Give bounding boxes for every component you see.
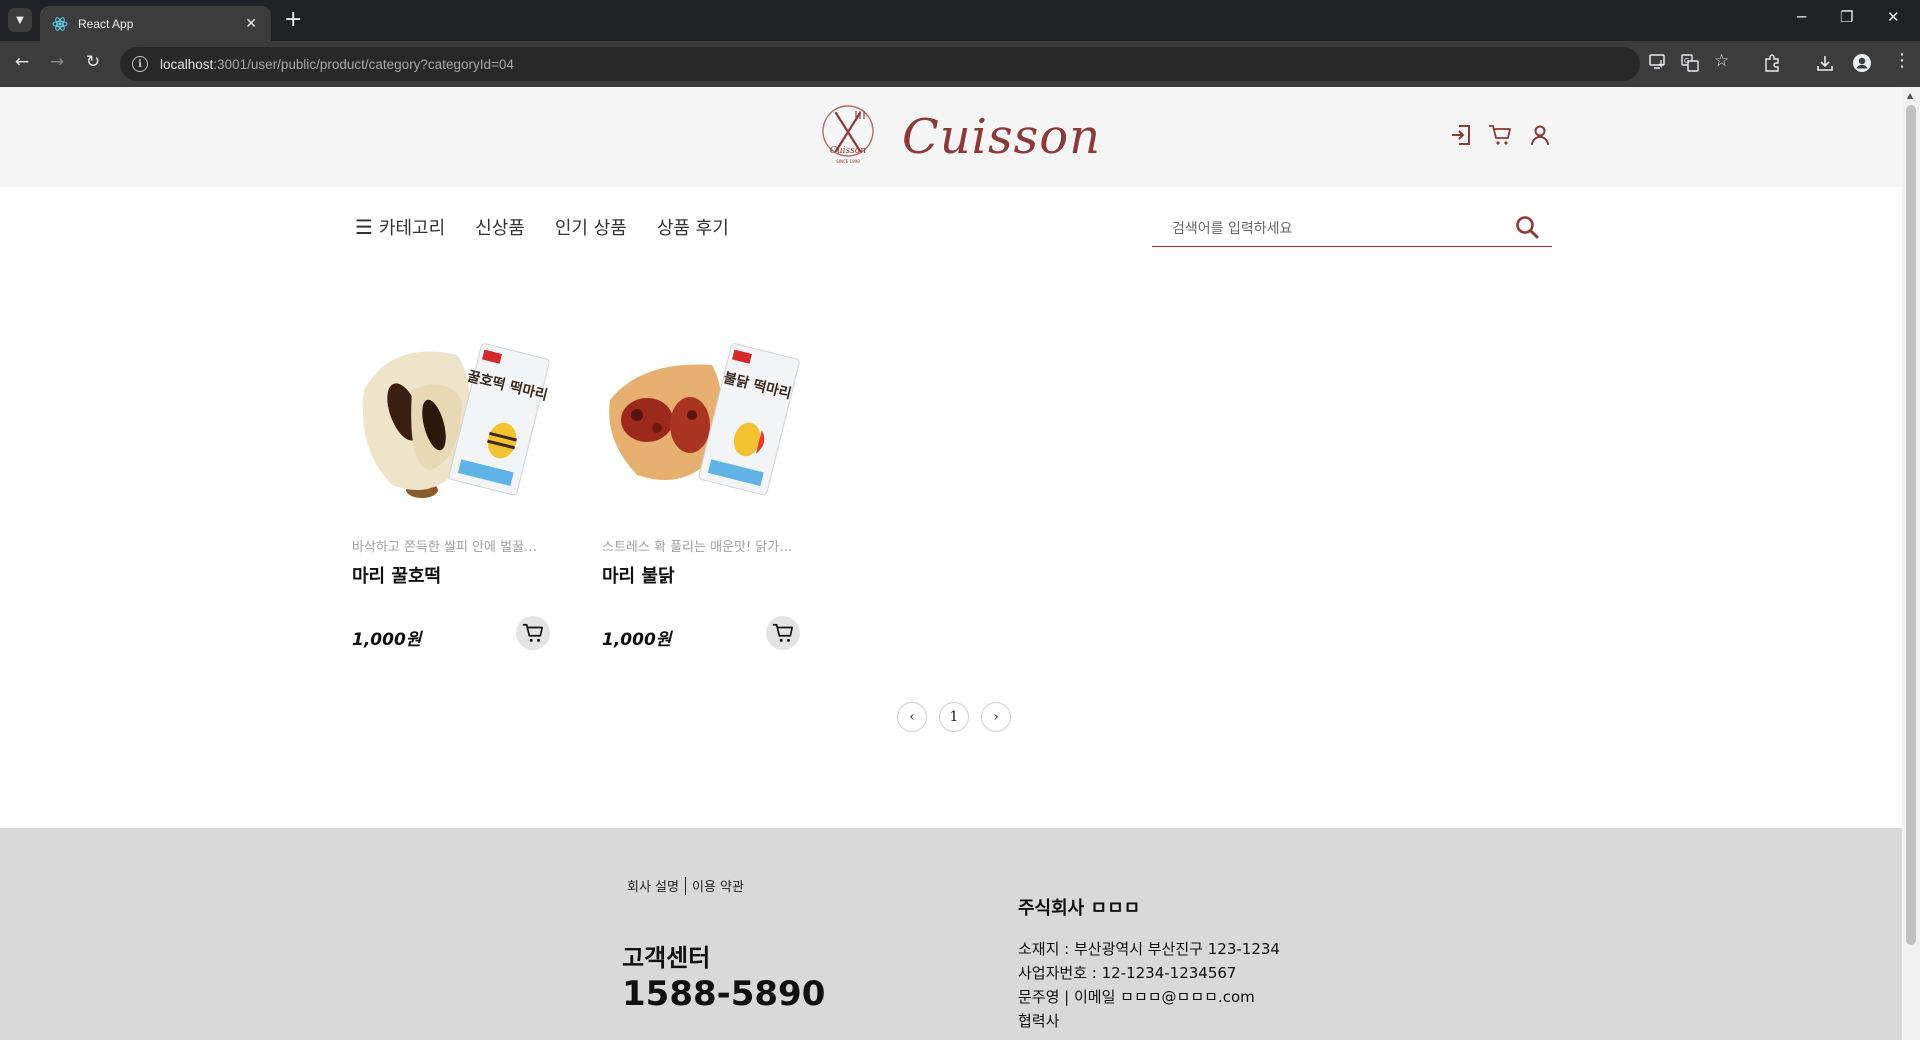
user-icon[interactable] [1528, 123, 1552, 147]
company-name: 주식회사 ㅁㅁㅁ [1018, 898, 1141, 919]
logo-emblem-text: Cuisson [830, 146, 866, 156]
address-bar[interactable]: i localhost:3001/user/public/product/cat… [120, 47, 1640, 81]
product-description: 바삭하고 쫀득한 쌀피 안에 벌꿀… [352, 540, 538, 555]
site-info-icon[interactable]: i [132, 56, 148, 72]
product-name[interactable]: 마리 불닭 [602, 562, 675, 588]
next-page-button[interactable]: › [981, 702, 1011, 732]
product-card[interactable]: 꿀호떡 떡마리 바삭하고 쫀득한 쌀피 안에 벌꿀… 마리 꿀호떡 1,000원 [352, 320, 556, 660]
product-card[interactable]: 불닭 떡마리 스트레스 확 풀리는 매운맛! 닭가… 마리 불닭 1,000원 [602, 320, 806, 660]
browser-toolbar: ← → ↻ i localhost:3001/user/public/produ… [0, 41, 1920, 87]
logo-text[interactable]: Cuisson [902, 109, 1101, 165]
translate-icon[interactable]: G [1681, 54, 1699, 72]
hamburger-icon[interactable]: ☰ [355, 215, 373, 239]
reload-icon[interactable]: ↻ [81, 52, 105, 72]
login-icon[interactable] [1449, 123, 1473, 147]
new-tab-button[interactable]: + [284, 7, 302, 33]
downloads-icon[interactable] [1816, 54, 1834, 72]
profile-icon[interactable] [1852, 53, 1872, 73]
react-logo-icon [52, 16, 68, 31]
install-app-icon[interactable] [1649, 54, 1667, 70]
browser-tab[interactable]: React App ✕ [40, 6, 271, 41]
forward-icon[interactable]: → [45, 52, 69, 72]
company-business-number: 사업자번호 : 12-1234-1234567 [1018, 964, 1237, 982]
logo-emblem-subtext: SINCE 1998 [836, 159, 860, 164]
search-box [1152, 210, 1552, 247]
customer-center-title: 고객센터 [622, 944, 711, 972]
scrollbar-thumb[interactable] [1906, 105, 1916, 945]
nav-item-category[interactable]: ☰ 카테고리 [355, 214, 445, 240]
nav-item-label: 카테고리 [378, 218, 446, 239]
page-button[interactable]: 1 [939, 702, 969, 732]
browser-tabbar: ▼ React App ✕ + ─ ❐ ✕ [0, 0, 1920, 41]
bookmark-star-icon[interactable]: ☆ [1714, 51, 1729, 71]
main-nav: ☰ 카테고리 신상품 인기 상품 상품 후기 [355, 214, 759, 240]
prev-page-button[interactable]: ‹ [897, 702, 927, 732]
close-window-icon[interactable]: ✕ [1887, 8, 1900, 26]
site-header: Cuisson SINCE 1998 Cuisson [0, 87, 1902, 187]
company-address: 소재지 : 부산광역시 부산진구 123-1234 [1018, 940, 1280, 958]
chevron-right-icon: › [993, 709, 999, 725]
logo-emblem[interactable]: Cuisson SINCE 1998 [818, 103, 878, 167]
cart-icon [522, 623, 543, 642]
product-image[interactable]: 불닭 떡마리 [602, 320, 806, 524]
tab-close-icon[interactable]: ✕ [245, 16, 257, 32]
restore-icon[interactable]: ❐ [1840, 8, 1853, 26]
nav-item-new-products[interactable]: 신상품 [475, 214, 525, 240]
url-text[interactable]: localhost:3001/user/public/product/categ… [160, 57, 514, 72]
svg-text:G: G [1684, 57, 1689, 65]
add-to-cart-button[interactable] [516, 616, 550, 650]
product-price: 1,000원 [602, 630, 672, 650]
menu-kebab-icon[interactable]: ⋮ [1893, 50, 1911, 71]
customer-center-phone: 1588-5890 [622, 974, 826, 1014]
page-scrollbar[interactable]: ▲ [1902, 87, 1920, 1040]
back-icon[interactable]: ← [10, 52, 34, 72]
footer-link-terms[interactable]: 이용 약관 [692, 876, 744, 895]
chevron-down-icon: ▼ [16, 14, 24, 26]
divider [684, 876, 686, 895]
tab-title: React App [78, 16, 134, 31]
product-name[interactable]: 마리 꿀호떡 [352, 562, 441, 588]
site-footer: 회사 설명 이용 약관 고객센터 1588-5890 주식회사 ㅁㅁㅁ 소재지 … [0, 828, 1902, 1040]
company-partner: 협력사 [1018, 1012, 1060, 1030]
pagination: ‹ 1 › [897, 702, 1023, 732]
footer-link-company[interactable]: 회사 설명 [627, 876, 679, 895]
extensions-icon[interactable] [1763, 54, 1781, 72]
cart-icon[interactable] [1488, 123, 1512, 147]
chevron-left-icon: ‹ [909, 709, 915, 725]
product-image[interactable]: 꿀호떡 떡마리 [352, 320, 556, 524]
nav-item-reviews[interactable]: 상품 후기 [657, 214, 729, 240]
search-input[interactable] [1170, 216, 1504, 242]
add-to-cart-button[interactable] [766, 616, 800, 650]
nav-item-popular-products[interactable]: 인기 상품 [555, 214, 627, 240]
product-description: 스트레스 확 풀리는 매운맛! 닭가… [602, 540, 793, 555]
tab-search-button[interactable]: ▼ [8, 8, 32, 32]
footer-links: 회사 설명 이용 약관 [627, 876, 744, 895]
search-icon[interactable] [1514, 214, 1540, 240]
cart-icon [772, 623, 793, 642]
scroll-up-icon[interactable]: ▲ [1907, 91, 1913, 100]
minimize-icon[interactable]: ─ [1797, 8, 1806, 26]
company-contact: 문주영 | 이메일 ㅁㅁㅁ@ㅁㅁㅁ.com [1018, 988, 1255, 1006]
product-price: 1,000원 [352, 630, 422, 650]
